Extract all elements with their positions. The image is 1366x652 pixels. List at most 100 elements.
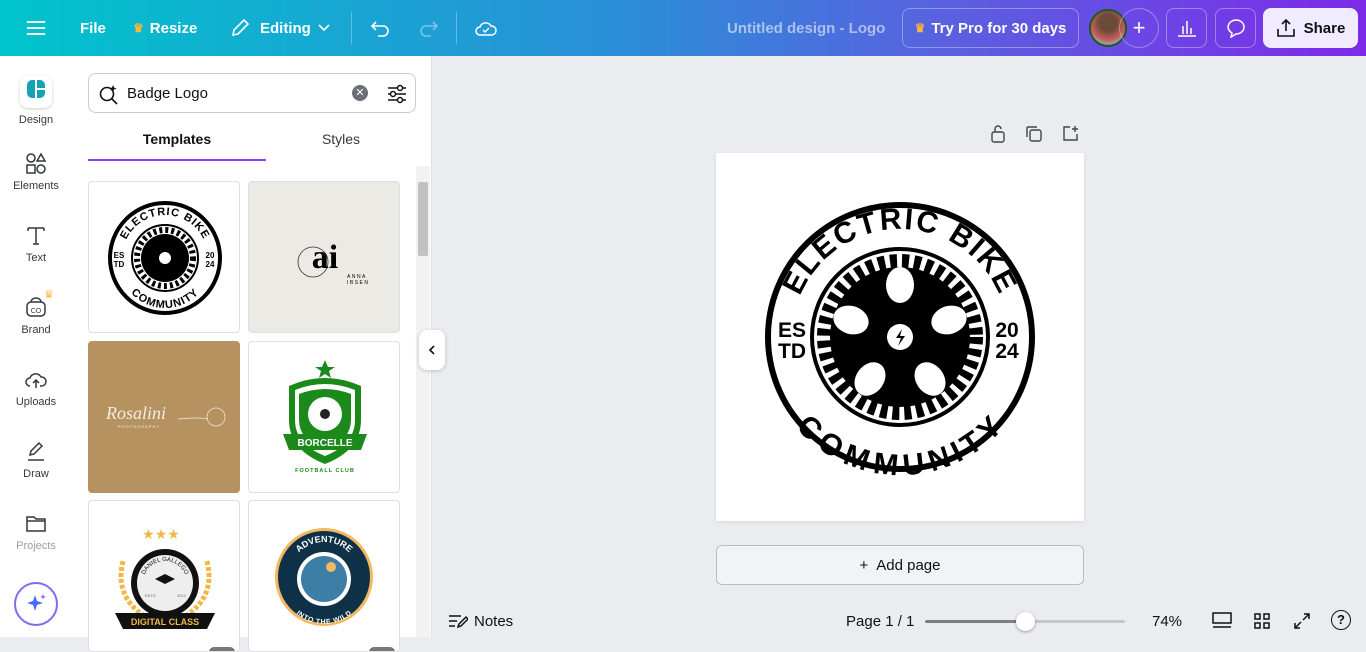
- rail-item-draw[interactable]: Draw: [0, 440, 72, 480]
- zoom-value: 74%: [1152, 612, 1183, 630]
- file-label: File: [80, 19, 106, 37]
- redo-icon: [420, 21, 439, 37]
- rail-item-projects[interactable]: Projects: [0, 512, 72, 552]
- svg-text:ai: ai: [312, 239, 338, 276]
- electric-bike-logo[interactable]: ELECTRIC BIKE COMMUNITY ESTD 2024: [716, 153, 1084, 521]
- editing-dropdown[interactable]: Editing: [230, 0, 331, 56]
- help-button[interactable]: ?: [1331, 610, 1351, 630]
- template-anna-ibsen[interactable]: ai ANNA IBSEN: [248, 181, 400, 333]
- template-digital-class[interactable]: ★★★ DANIEL GALLEGO ESTD 2012 DIGITAL CLAS…: [88, 500, 240, 652]
- zoom-slider-thumb[interactable]: [1016, 612, 1035, 631]
- top-bar: File ♛ Resize Editing Untitled design - …: [0, 0, 1366, 56]
- comments-button[interactable]: [1215, 8, 1256, 48]
- folder-icon: [26, 516, 46, 532]
- undo-button[interactable]: [370, 0, 392, 56]
- magic-search-icon: [99, 85, 118, 105]
- svg-text:PHOTOGRAPHY: PHOTOGRAPHY: [118, 424, 160, 429]
- insights-button[interactable]: [1166, 8, 1207, 48]
- duplicate-page-icon[interactable]: [1025, 125, 1043, 143]
- page-view-icon[interactable]: [1212, 612, 1232, 630]
- undo-icon: [370, 21, 389, 37]
- rail-item-brand[interactable]: ♛ CO Brand: [0, 289, 72, 336]
- notes-label: Notes: [474, 612, 514, 630]
- crown-icon: ♛: [44, 289, 54, 301]
- bar-chart-icon: [1177, 21, 1196, 37]
- rosalini-thumbnail: Rosalini PHOTOGRAPHY: [105, 403, 226, 429]
- rail-label: Draw: [23, 468, 49, 480]
- logo-year-text: 24: [995, 340, 1019, 363]
- cloud-save-status[interactable]: [474, 0, 498, 56]
- svg-text:2012: 2012: [177, 593, 187, 598]
- share-label: Share: [1303, 19, 1346, 37]
- svg-text:★★★: ★★★: [142, 526, 180, 542]
- svg-text:ES: ES: [114, 251, 125, 260]
- chevron-down-icon: [318, 24, 330, 32]
- grid-view-icon[interactable]: [1253, 612, 1271, 630]
- svg-text:IBSEN: IBSEN: [347, 280, 370, 286]
- rail-label: Text: [25, 252, 47, 264]
- filter-sliders-icon[interactable]: [386, 83, 408, 105]
- comment-icon: [1226, 19, 1245, 38]
- svg-text:24: 24: [206, 260, 215, 269]
- zoom-slider-fill: [925, 620, 1025, 623]
- chevron-left-icon: [428, 345, 435, 355]
- resize-label: Resize: [149, 19, 198, 37]
- search-input[interactable]: [127, 82, 347, 104]
- notes-button[interactable]: Notes: [448, 613, 513, 630]
- pro-badge: [209, 647, 235, 651]
- templates-panel: ✕ Templates Styles ELECTRIC BIKE COMMUNI…: [72, 56, 432, 652]
- help-icon: ?: [1337, 612, 1345, 627]
- menu-button[interactable]: [26, 0, 46, 56]
- page-indicator[interactable]: Page 1 / 1: [846, 613, 914, 630]
- rail-label: Elements: [13, 180, 59, 192]
- try-pro-button[interactable]: ♛ Try Pro for 30 days: [902, 8, 1079, 48]
- template-borcelle[interactable]: BORCELLE FOOTBALL CLUB: [248, 341, 400, 493]
- notes-icon: [449, 615, 468, 629]
- design-title[interactable]: Untitled design - Logo: [727, 0, 885, 56]
- close-icon: ✕: [355, 87, 365, 99]
- adventure-thumbnail: ADVENTURE INTO THE WILD: [275, 528, 373, 626]
- rail-item-design[interactable]: Design: [0, 76, 72, 126]
- crown-icon: ♛: [914, 21, 926, 35]
- file-menu[interactable]: File: [80, 0, 106, 56]
- panel-scrollbar[interactable]: [416, 166, 430, 637]
- rail-item-uploads[interactable]: Uploads: [0, 368, 72, 408]
- pro-badge: [369, 647, 395, 651]
- svg-text:Rosalini: Rosalini: [105, 403, 166, 423]
- sparkle-icon: [27, 594, 46, 611]
- logo-est-text: ES: [778, 319, 806, 342]
- magic-assistant-button[interactable]: [14, 582, 58, 626]
- design-title-text: Untitled design - Logo: [727, 19, 886, 37]
- zoom-level[interactable]: 74%: [1152, 613, 1182, 630]
- rail-item-elements[interactable]: Elements: [0, 152, 72, 192]
- clear-search-button[interactable]: ✕: [352, 85, 368, 101]
- design-canvas[interactable]: ELECTRIC BIKE COMMUNITY ES TD 20 24: [716, 153, 1084, 521]
- add-page-icon[interactable]: [1061, 124, 1079, 142]
- share-button[interactable]: Share: [1263, 8, 1358, 48]
- collapse-panel-button[interactable]: [419, 330, 445, 370]
- tab-templates[interactable]: Templates: [88, 131, 266, 161]
- invite-button[interactable]: +: [1119, 8, 1159, 48]
- template-rosalini[interactable]: Rosalini PHOTOGRAPHY: [88, 341, 240, 493]
- divider: [351, 12, 352, 44]
- rail-item-text[interactable]: Text: [0, 224, 72, 264]
- page-label: Page 1 / 1: [846, 612, 915, 630]
- rail-label: Brand: [21, 324, 51, 336]
- lock-icon[interactable]: [990, 125, 1006, 143]
- svg-text:BORCELLE: BORCELLE: [298, 438, 353, 449]
- add-page-button[interactable]: + Add page: [716, 545, 1084, 585]
- zoom-slider[interactable]: [925, 612, 1125, 631]
- try-pro-label: Try Pro for 30 days: [931, 19, 1067, 37]
- template-adventure[interactable]: ADVENTURE INTO THE WILD: [248, 500, 400, 652]
- scrollbar-thumb[interactable]: [418, 182, 428, 256]
- crown-icon: ♛: [133, 21, 144, 35]
- resize-button[interactable]: ♛ Resize: [133, 0, 197, 56]
- fullscreen-icon[interactable]: [1293, 612, 1311, 630]
- share-upload-icon: [1276, 18, 1295, 37]
- hamburger-icon: [27, 21, 45, 35]
- template-electric-bike[interactable]: ELECTRIC BIKE COMMUNITY ES TD 20 24: [88, 181, 240, 333]
- redo-button[interactable]: [417, 0, 439, 56]
- design-icon: [20, 76, 52, 108]
- tab-styles[interactable]: Styles: [252, 131, 430, 147]
- elements-icon: [26, 152, 47, 174]
